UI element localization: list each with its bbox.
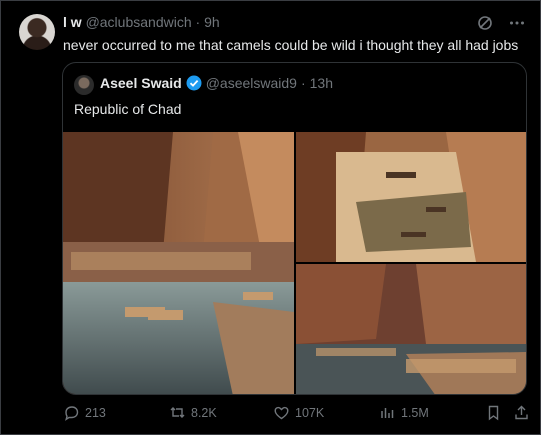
- share-button[interactable]: [513, 404, 530, 421]
- author-avatar[interactable]: [19, 14, 55, 50]
- tweet-text: never occurred to me that camels could b…: [63, 37, 519, 53]
- author-handle[interactable]: @aclubsandwich: [86, 14, 192, 30]
- tweet-top-actions: [476, 14, 526, 32]
- quoted-time[interactable]: 13h: [310, 75, 333, 91]
- reply-count: 213: [85, 405, 106, 420]
- share-icon: [515, 405, 528, 420]
- quoted-author-avatar[interactable]: [74, 75, 94, 95]
- tweet-header: l w @aclubsandwich · 9h: [63, 14, 220, 30]
- photo-camels-aerial[interactable]: [296, 132, 526, 262]
- quoted-tweet[interactable]: Aseel Swaid @aseelswaid9 · 13h Republic …: [62, 62, 527, 395]
- time-separator: ·: [195, 14, 201, 30]
- tweet-actions: 213 8.2K 107K 1.5M: [63, 404, 529, 422]
- more-icon[interactable]: [508, 14, 526, 32]
- author-name[interactable]: l w: [63, 14, 82, 30]
- repost-button[interactable]: 8.2K: [169, 404, 217, 421]
- reply-icon: [65, 406, 79, 421]
- quoted-author-handle[interactable]: @aseelswaid9: [206, 75, 297, 91]
- verified-badge-icon: [186, 75, 202, 91]
- photo-camels-canyon-left[interactable]: [63, 132, 294, 394]
- like-icon: [274, 406, 289, 420]
- view-count: 1.5M: [401, 405, 429, 420]
- quoted-text: Republic of Chad: [74, 101, 182, 117]
- views-icon: [381, 408, 394, 418]
- bookmark-button[interactable]: [485, 404, 502, 421]
- grok-icon[interactable]: [476, 14, 494, 32]
- like-count: 107K: [295, 405, 325, 420]
- like-button[interactable]: 107K: [273, 404, 324, 421]
- views-button[interactable]: 1.5M: [379, 404, 429, 421]
- repost-count: 8.2K: [191, 405, 217, 420]
- reply-button[interactable]: 213: [63, 404, 106, 421]
- quoted-header: Aseel Swaid @aseelswaid9 · 13h: [100, 75, 333, 91]
- quoted-time-separator: ·: [300, 75, 306, 91]
- tweet-card[interactable]: l w @aclubsandwich · 9h never occurred t…: [0, 0, 541, 435]
- photo-grid: [63, 132, 526, 394]
- tweet-time[interactable]: 9h: [204, 14, 220, 30]
- repost-icon: [170, 407, 185, 418]
- bookmark-icon: [488, 405, 499, 421]
- quoted-author-name[interactable]: Aseel Swaid: [100, 75, 182, 91]
- photo-camels-canyon-wide[interactable]: [296, 264, 526, 394]
